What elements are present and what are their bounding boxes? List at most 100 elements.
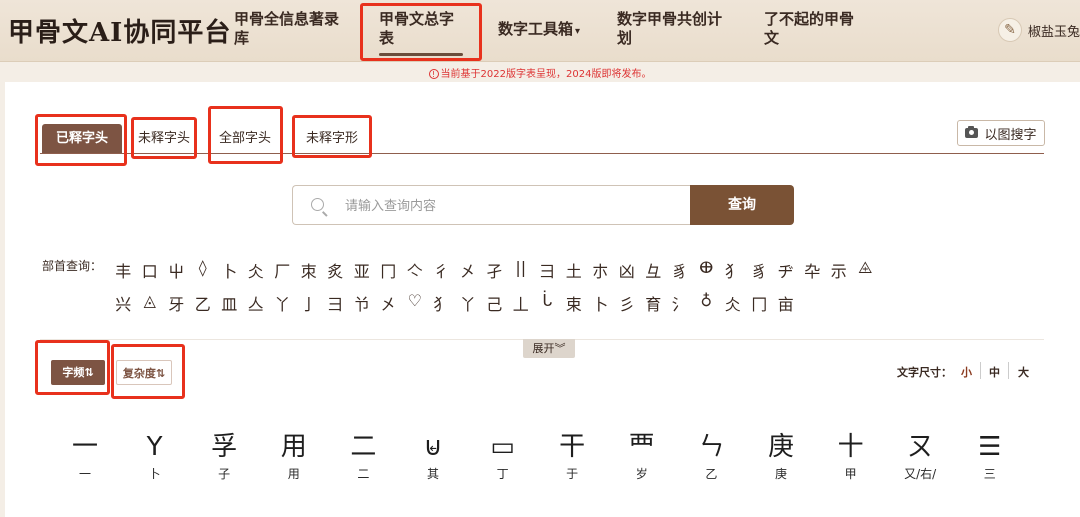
glyph-card[interactable]: 二二 bbox=[333, 430, 393, 482]
radical-button[interactable]: 厂 bbox=[269, 258, 296, 282]
glyph-card[interactable]: ㄡ又/右/ bbox=[890, 430, 950, 482]
radical-button[interactable]: 己 bbox=[481, 291, 508, 315]
sort-by-frequency-button[interactable]: 字频⇅ bbox=[51, 360, 105, 385]
radical-button[interactable]: ⴲ bbox=[693, 258, 720, 282]
camera-icon bbox=[965, 126, 979, 138]
nav-oracle-catalog[interactable]: 甲骨全信息著录 库 bbox=[234, 10, 344, 48]
radical-button[interactable]: ♡ bbox=[402, 291, 429, 315]
radical-button[interactable]: 彑 bbox=[640, 258, 667, 282]
radical-button[interactable]: 卆 bbox=[799, 258, 826, 282]
radical-button[interactable]: 亼 bbox=[243, 291, 270, 315]
radical-button[interactable]: 兴 bbox=[110, 291, 137, 315]
radical-button[interactable]: 朩 bbox=[587, 258, 614, 282]
radical-button[interactable]: 氵 bbox=[667, 291, 694, 315]
tab-uninterpreted-heads[interactable]: 未释字头 bbox=[135, 124, 193, 153]
radical-button[interactable]: 彐 bbox=[534, 258, 561, 282]
radical-button[interactable]: 冂 bbox=[746, 291, 773, 315]
radical-button[interactable]: 犭 bbox=[720, 258, 747, 282]
glyph-card[interactable]: 十甲 bbox=[821, 430, 881, 482]
radical-button[interactable]: 亩 bbox=[773, 291, 800, 315]
radical-button[interactable]: 屮 bbox=[163, 258, 190, 282]
radical-button[interactable]: 豸 bbox=[746, 258, 773, 282]
nav-active-underline bbox=[379, 53, 463, 56]
radical-button[interactable]: 卜 bbox=[587, 291, 614, 315]
search-button[interactable]: 查询 bbox=[690, 185, 794, 225]
radical-button[interactable]: 口 bbox=[137, 258, 164, 282]
radical-button[interactable]: 亽 bbox=[402, 258, 429, 282]
glyph-label: 岁 bbox=[635, 467, 648, 481]
radical-button[interactable]: 丄 bbox=[508, 291, 535, 315]
tab-interpreted-heads[interactable]: 已释字头 bbox=[42, 124, 122, 153]
radical-button[interactable]: 丫 bbox=[455, 291, 482, 315]
font-size-large[interactable]: 大 bbox=[1018, 364, 1029, 380]
radical-button[interactable]: 土 bbox=[561, 258, 588, 282]
radical-button[interactable]: 朿 bbox=[296, 258, 323, 282]
tab-uninterpreted-forms[interactable]: 未释字形 bbox=[296, 124, 368, 153]
radical-button[interactable]: 束 bbox=[561, 291, 588, 315]
radical-button[interactable]: 凶 bbox=[614, 258, 641, 282]
glyph-card[interactable]: ⻃岁 bbox=[612, 430, 672, 482]
radical-button[interactable]: 炙 bbox=[322, 258, 349, 282]
glyph-card[interactable]: Y卜 bbox=[125, 430, 185, 482]
oracle-glyph: Y bbox=[146, 432, 163, 462]
oracle-glyph: 二 bbox=[350, 432, 377, 462]
radical-button[interactable]: 豸 bbox=[667, 258, 694, 282]
radical-button[interactable]: 仌 bbox=[720, 291, 747, 315]
radical-button[interactable]: 亚 bbox=[349, 258, 376, 282]
font-size-medium[interactable]: 中 bbox=[989, 364, 1000, 380]
username: 椒盐玉兔 bbox=[1027, 24, 1080, 40]
radical-button[interactable]: 乙 bbox=[190, 291, 217, 315]
radical-button[interactable]: 彐 bbox=[322, 291, 349, 315]
expand-button[interactable]: 展开︾ bbox=[523, 339, 575, 358]
font-size-small[interactable]: 小 bbox=[961, 364, 972, 380]
oracle-glyph: ⊌ bbox=[423, 432, 443, 462]
radical-button[interactable]: 卜 bbox=[216, 258, 243, 282]
radical-button[interactable]: 冂 bbox=[375, 258, 402, 282]
radical-button[interactable]: 彳 bbox=[428, 258, 455, 282]
search-input[interactable] bbox=[345, 194, 675, 218]
nav-character-table[interactable]: 甲骨文总字 表 bbox=[379, 10, 463, 56]
glyph-card[interactable]: ㄣ乙 bbox=[681, 430, 741, 482]
glyph-card[interactable]: 用用 bbox=[264, 430, 324, 482]
glyph-card[interactable]: 一一 bbox=[55, 430, 115, 482]
radical-button[interactable]: ⨹ bbox=[852, 258, 879, 282]
nav-digital-toolbox[interactable]: 数字工具箱 ▾ bbox=[498, 20, 580, 41]
radical-button[interactable]: 丫 bbox=[269, 291, 296, 315]
oracle-glyph: ▭ bbox=[490, 432, 515, 462]
nav-amazing-oracle[interactable]: 了不起的甲骨 文 bbox=[764, 10, 860, 48]
glyph-card[interactable]: ▭ 丁 bbox=[473, 430, 533, 482]
oracle-glyph: ㄡ bbox=[907, 432, 934, 462]
radical-button[interactable]: 示 bbox=[826, 258, 853, 282]
user-menu[interactable]: ✎ 椒盐玉兔 bbox=[997, 18, 1080, 42]
radical-button[interactable]: || bbox=[508, 258, 535, 282]
sort-by-complexity-button[interactable]: 复杂度⇅ bbox=[116, 360, 172, 385]
radical-button[interactable]: 皿 bbox=[216, 291, 243, 315]
glyph-card[interactable]: ⊌ 其 bbox=[403, 430, 463, 482]
radical-button[interactable]: 亅 bbox=[296, 291, 323, 315]
radical-button[interactable]: ヂ bbox=[773, 258, 800, 282]
radical-button[interactable]: 㐅 bbox=[375, 291, 402, 315]
glyph-card[interactable]: 干于 bbox=[542, 430, 602, 482]
glyph-label: 甲 bbox=[844, 467, 857, 481]
radical-button[interactable]: 兯 bbox=[349, 291, 376, 315]
radical-button[interactable]: 彡 bbox=[614, 291, 641, 315]
radical-button[interactable]: ◊ bbox=[190, 258, 217, 282]
radical-button[interactable]: 孑 bbox=[481, 258, 508, 282]
radical-button[interactable]: ᒑ bbox=[534, 291, 561, 315]
glyph-card[interactable]: 庚庚 bbox=[751, 430, 811, 482]
radical-button[interactable]: ♁ bbox=[693, 291, 720, 315]
image-search-button[interactable]: 以图搜字 bbox=[957, 120, 1045, 146]
tab-all-heads[interactable]: 全部字头 bbox=[213, 124, 277, 153]
radical-button[interactable]: 仌 bbox=[243, 258, 270, 282]
radical-button[interactable]: 犭 bbox=[428, 291, 455, 315]
glyph-card[interactable]: ☰ 三 bbox=[960, 430, 1020, 482]
top-header: 甲骨文AI协同平台 甲骨全信息著录 库 甲骨文总字 表 数字工具箱 ▾ 数字甲骨共… bbox=[0, 0, 1080, 62]
radical-button[interactable]: 丰 bbox=[110, 258, 137, 282]
glyph-card[interactable]: 孚子 bbox=[194, 430, 254, 482]
radical-button[interactable]: 牙 bbox=[163, 291, 190, 315]
radical-button[interactable]: 㐅 bbox=[455, 258, 482, 282]
radical-button[interactable]: ◬ bbox=[137, 291, 164, 315]
brand-title[interactable]: 甲骨文AI协同平台 bbox=[8, 12, 231, 49]
nav-co-creation[interactable]: 数字甲骨共创计 划 bbox=[617, 10, 729, 48]
radical-button[interactable]: 育 bbox=[640, 291, 667, 315]
